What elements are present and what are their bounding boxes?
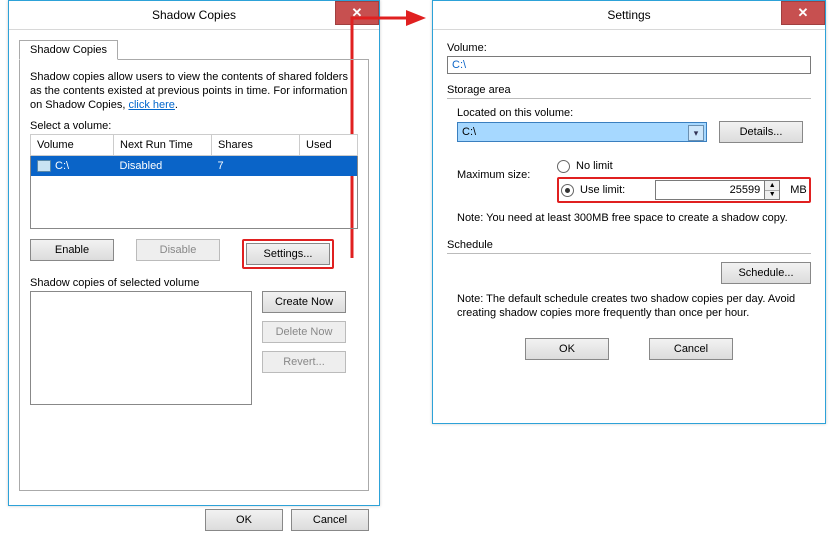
schedule-label: Schedule [447, 239, 811, 251]
settings-dialog: Settings ✕ Volume: Storage area Located … [432, 0, 826, 424]
storage-area-label: Storage area [447, 84, 811, 96]
max-size-label: Maximum size: [457, 157, 547, 181]
create-now-button[interactable]: Create Now [262, 291, 346, 313]
limit-spinner[interactable]: ▲ ▼ [655, 180, 780, 200]
cancel-button[interactable]: Cancel [649, 338, 733, 360]
spin-up-icon[interactable]: ▲ [765, 181, 779, 191]
col-used[interactable]: Used [300, 135, 358, 156]
settings-button[interactable]: Settings... [246, 243, 330, 265]
radio-no-limit[interactable]: No limit [557, 157, 811, 175]
tab-shadow-copies[interactable]: Shadow Copies [19, 40, 118, 60]
spin-down-icon[interactable]: ▼ [765, 191, 779, 200]
located-label: Located on this volume: [457, 107, 811, 119]
limit-input[interactable] [655, 180, 765, 200]
description-text: Shadow copies allow users to view the co… [30, 70, 358, 112]
shadow-copies-dialog: Shadow Copies ✕ Shadow Copies Shadow cop… [8, 0, 380, 506]
note-storage: Note: You need at least 300MB free space… [457, 211, 811, 225]
enable-button[interactable]: Enable [30, 239, 114, 261]
revert-button: Revert... [262, 351, 346, 373]
radio-use-limit[interactable]: Use limit: [561, 184, 625, 197]
copies-listbox[interactable] [30, 291, 252, 405]
click-here-link[interactable]: click here [128, 99, 174, 111]
close-icon[interactable]: ✕ [335, 1, 379, 25]
located-combo[interactable]: C:\ ▾ [457, 122, 707, 142]
ok-button[interactable]: OK [525, 338, 609, 360]
volume-label: Volume: [447, 42, 811, 54]
details-button[interactable]: Details... [719, 121, 803, 143]
ok-button[interactable]: OK [205, 509, 283, 531]
titlebar: Shadow Copies ✕ [9, 1, 379, 30]
volume-input[interactable] [447, 56, 811, 74]
radio-icon [557, 160, 570, 173]
schedule-button[interactable]: Schedule... [721, 262, 811, 284]
select-volume-label: Select a volume: [30, 120, 358, 132]
col-shares[interactable]: Shares [212, 135, 300, 156]
titlebar: Settings ✕ [433, 1, 825, 30]
close-icon[interactable]: ✕ [781, 1, 825, 25]
note-schedule: Note: The default schedule creates two s… [457, 292, 811, 320]
drive-icon [37, 160, 51, 172]
chevron-down-icon[interactable]: ▾ [688, 125, 704, 141]
delete-now-button: Delete Now [262, 321, 346, 343]
window-title: Settings [433, 8, 825, 22]
cancel-button[interactable]: Cancel [291, 509, 369, 531]
col-volume[interactable]: Volume [31, 135, 114, 156]
radio-icon [561, 184, 574, 197]
disable-button: Disable [136, 239, 220, 261]
selected-copies-label: Shadow copies of selected volume [30, 277, 358, 289]
col-next-run[interactable]: Next Run Time [114, 135, 212, 156]
table-row[interactable]: C:\ Disabled 7 [31, 156, 358, 177]
volume-table[interactable]: Volume Next Run Time Shares Used C:\ Dis… [30, 134, 358, 229]
limit-unit: MB [790, 184, 807, 196]
window-title: Shadow Copies [9, 8, 379, 22]
